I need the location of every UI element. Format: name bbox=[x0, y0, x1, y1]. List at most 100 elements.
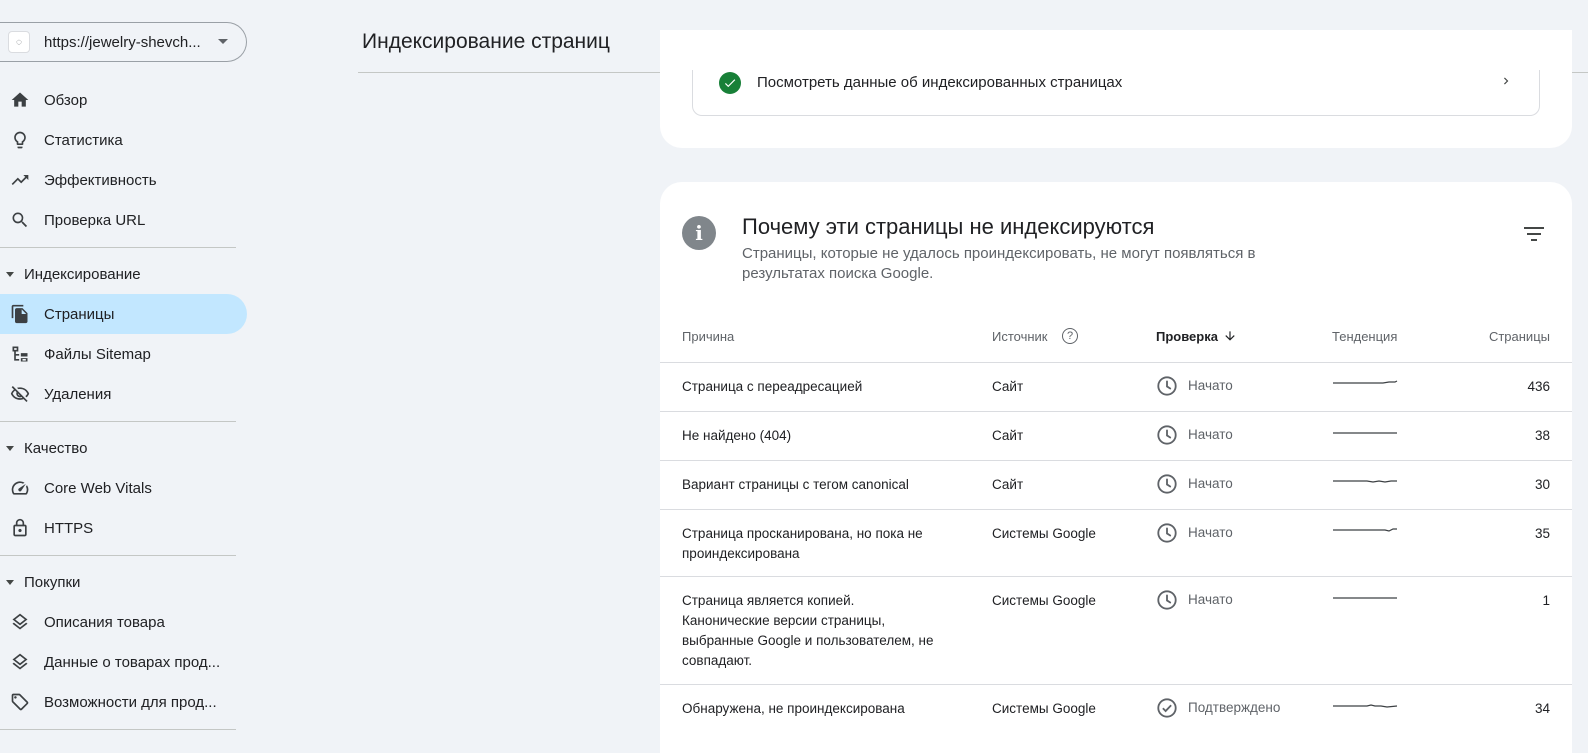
trend-sparkline bbox=[1333, 597, 1397, 599]
nav-section-label: Покупки bbox=[24, 573, 81, 591]
status-label: Начато bbox=[1188, 427, 1233, 442]
table-row[interactable]: Страница просканирована, но пока не прои… bbox=[660, 509, 1572, 576]
search-icon bbox=[10, 210, 30, 230]
nav-item-label: Обзор bbox=[44, 91, 88, 109]
source-cell: Системы Google bbox=[992, 593, 1096, 608]
nav-section-shopping[interactable]: Покупки bbox=[0, 562, 250, 602]
status-cell: Начато bbox=[1156, 522, 1233, 544]
trend-sparkline bbox=[1333, 528, 1397, 532]
lock-icon bbox=[10, 518, 30, 538]
nav-item-label: HTTPS bbox=[44, 519, 94, 537]
property-selector[interactable]: ◌ https://jewelry-shevch... bbox=[0, 22, 247, 62]
reason-cell: Вариант страницы с тегом canonical bbox=[682, 477, 909, 492]
status-cell: Начато bbox=[1156, 473, 1233, 495]
nav-item-label: Описания товара bbox=[44, 613, 165, 631]
table-row[interactable]: Вариант страницы с тегом canonical Сайт На… bbox=[660, 460, 1572, 509]
view-indexed-link[interactable]: Посмотреть данные об индексированных стр… bbox=[692, 70, 1540, 116]
nav-item-label: Файлы Sitemap bbox=[44, 345, 151, 363]
check-circle-icon bbox=[719, 72, 741, 94]
status-label: Начато bbox=[1188, 378, 1233, 393]
status-label: Начато bbox=[1188, 476, 1233, 491]
file-copy-icon bbox=[10, 304, 30, 324]
nav-item-https[interactable]: HTTPS bbox=[0, 508, 247, 548]
nav-item-label: Удаления bbox=[44, 385, 112, 403]
expand-triangle-icon bbox=[6, 445, 14, 451]
source-cell: Сайт bbox=[992, 477, 1024, 492]
site-favicon-icon: ◌ bbox=[8, 31, 30, 53]
nav-divider bbox=[0, 729, 236, 730]
col-header-source[interactable]: Источник bbox=[992, 329, 1048, 344]
clock-icon bbox=[1156, 375, 1188, 397]
col-header-reason[interactable]: Причина bbox=[682, 329, 734, 344]
nav-item-sitemaps[interactable]: Файлы Sitemap bbox=[0, 334, 247, 374]
pages-count-cell: 436 bbox=[1527, 379, 1550, 394]
status-label: Начато bbox=[1188, 525, 1233, 540]
reason-cell: Страница просканирована, но пока не прои… bbox=[682, 526, 923, 561]
nav-divider bbox=[0, 247, 236, 248]
source-cell: Сайт bbox=[992, 428, 1024, 443]
expand-triangle-icon bbox=[6, 579, 14, 585]
clock-icon bbox=[1156, 522, 1188, 544]
nav-item-removals[interactable]: Удаления bbox=[0, 374, 247, 414]
trend-sparkline bbox=[1333, 380, 1398, 384]
nav-item-label: Страницы bbox=[44, 305, 115, 323]
reason-cell: Страница является копией. Канонические в… bbox=[682, 593, 934, 668]
nav-section-quality[interactable]: Качество bbox=[0, 428, 250, 468]
status-cell: Подтверждено bbox=[1156, 697, 1280, 719]
caret-down-icon bbox=[218, 39, 228, 44]
clock-icon bbox=[1156, 424, 1188, 446]
status-label: Подтверждено bbox=[1188, 700, 1281, 715]
nav-item-performance[interactable]: Эффективность bbox=[0, 160, 247, 200]
status-cell: Начато bbox=[1156, 589, 1233, 611]
nav-item-stats[interactable]: Статистика bbox=[0, 120, 247, 160]
nav-item-label: Данные о товарах прод... bbox=[44, 653, 221, 671]
card-subtitle: Страницы, которые не удалось проиндексир… bbox=[742, 245, 1256, 282]
col-header-trend[interactable]: Тенденция bbox=[1332, 329, 1397, 344]
trend-sparkline bbox=[1333, 480, 1397, 483]
col-header-pages[interactable]: Страницы bbox=[1489, 329, 1550, 344]
sidebar: ◌ https://jewelry-shevch... Обзор Статис… bbox=[0, 0, 250, 753]
table-row[interactable]: Обнаружена, не проиндексирована Системы G… bbox=[660, 684, 1572, 733]
table-row[interactable]: Не найдено (404) Сайт Начато 38 bbox=[660, 411, 1572, 460]
status-cell: Начато bbox=[1156, 424, 1233, 446]
home-icon bbox=[10, 90, 30, 110]
info-icon: i bbox=[682, 216, 716, 250]
nav-item-merchant-listings[interactable]: Данные о товарах прод... bbox=[0, 642, 247, 682]
nav-item-overview[interactable]: Обзор bbox=[0, 80, 247, 120]
nav-item-label: Возможности для прод... bbox=[44, 693, 217, 711]
speed-icon bbox=[10, 478, 30, 498]
nav-item-shopping-tab[interactable]: Возможности для прод... bbox=[0, 682, 247, 722]
status-cell: Начато bbox=[1156, 375, 1233, 397]
nav-section-label: Индексирование bbox=[24, 265, 141, 283]
nav-item-pages[interactable]: Страницы bbox=[0, 294, 247, 334]
table-row[interactable]: Страница является копией. Канонические в… bbox=[660, 576, 1572, 684]
status-label: Начато bbox=[1188, 592, 1233, 607]
property-url: https://jewelry-shevch... bbox=[44, 33, 201, 51]
trend-sparkline bbox=[1333, 432, 1397, 434]
table-row[interactable]: Страница с переадресацией Сайт Начато 436 bbox=[660, 362, 1572, 411]
col-header-validation[interactable]: Проверка bbox=[1156, 329, 1218, 344]
nav-item-url-inspection[interactable]: Проверка URL bbox=[0, 200, 247, 240]
nav-item-product-snippets[interactable]: Описания товара bbox=[0, 602, 247, 642]
view-indexed-label: Посмотреть данные об индексированных стр… bbox=[757, 74, 1123, 91]
trend-sparkline bbox=[1333, 704, 1398, 708]
source-cell: Системы Google bbox=[992, 526, 1096, 541]
not-indexed-card: i Почему эти страницы не индексируются С… bbox=[660, 182, 1572, 753]
expand-triangle-icon bbox=[6, 271, 14, 277]
sort-arrow-down-icon[interactable] bbox=[1223, 328, 1237, 344]
trending-up-icon bbox=[10, 170, 30, 190]
nav-divider bbox=[0, 555, 236, 556]
pages-count-cell: 38 bbox=[1534, 428, 1550, 443]
source-cell: Сайт bbox=[992, 379, 1024, 394]
indexed-card: Посмотреть данные об индексированных стр… bbox=[660, 30, 1572, 148]
nav-item-core-web-vitals[interactable]: Core Web Vitals bbox=[0, 468, 247, 508]
nav-item-label: Core Web Vitals bbox=[44, 479, 152, 497]
nav-item-label: Эффективность bbox=[44, 171, 157, 189]
source-cell: Системы Google bbox=[992, 701, 1096, 716]
help-icon[interactable]: ? bbox=[1062, 328, 1078, 344]
nav-section-indexing[interactable]: Индексирование bbox=[0, 254, 250, 294]
nav-divider bbox=[0, 421, 236, 422]
nav-item-label: Проверка URL bbox=[44, 211, 146, 229]
layers-icon bbox=[10, 652, 30, 672]
filter-icon[interactable] bbox=[1524, 226, 1544, 242]
